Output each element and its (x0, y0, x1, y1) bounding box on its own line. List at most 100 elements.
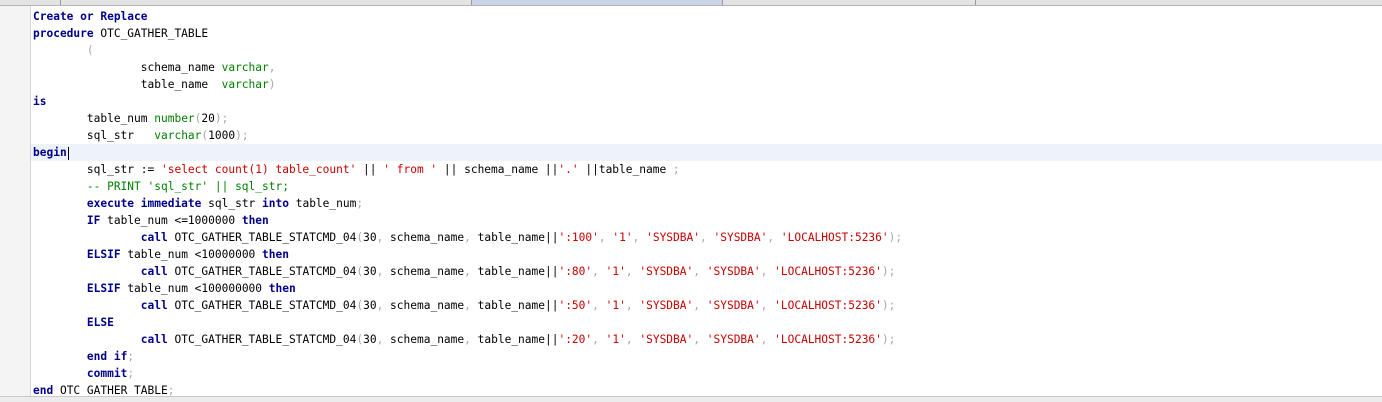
code-keyword: ELSIF (86, 248, 121, 261)
code-line[interactable]: ELSIF table_num <10000000 then (33, 246, 289, 263)
code-text: OTC_GATHER_TABLE_STATCMD_04 (167, 265, 357, 278)
editor-tab[interactable] (61, 0, 472, 5)
text-caret (67, 146, 69, 160)
code-string: '1' (612, 231, 633, 244)
code-text: OTC_GATHER_TABLE_STATCMD_04 (167, 231, 357, 244)
code-string: 'LOCALHOST:5236' (774, 299, 882, 312)
code-line-current[interactable]: begin (31, 144, 1382, 161)
code-punctuation: ; (356, 197, 364, 210)
code-text: table_num (288, 197, 357, 210)
code-string: ':100' (558, 231, 599, 244)
code-line[interactable]: sql_str varchar(1000); (33, 127, 249, 144)
code-line[interactable]: procedure OTC_GATHER_TABLE (33, 25, 208, 42)
code-string: 'LOCALHOST:5236' (774, 333, 882, 346)
code-line[interactable]: call OTC_GATHER_TABLE_STATCMD_04(30, sch… (33, 331, 896, 348)
code-line[interactable]: IF table_num <=1000000 then (33, 212, 269, 229)
code-punctuation: , (598, 231, 606, 244)
code-line[interactable]: end if; (33, 348, 134, 365)
code-punctuation: , (464, 299, 471, 312)
code-keyword: Create or Replace (33, 10, 148, 23)
editor-tab-active[interactable] (472, 0, 723, 5)
code-text: table_name|| (470, 231, 559, 244)
code-line[interactable]: call OTC_GATHER_TABLE_STATCMD_04(30, sch… (33, 229, 902, 246)
code-line[interactable]: ELSIF table_num <100000000 then (33, 280, 296, 297)
code-string: 'SYSDBA' (713, 231, 768, 244)
code-string: 'SYSDBA' (639, 333, 694, 346)
code-punctuation: , (592, 265, 599, 278)
code-line[interactable]: table_name varchar) (33, 76, 276, 93)
code-line[interactable]: -- PRINT 'sql_str' || sql_str; (33, 178, 289, 195)
editor-tab[interactable] (723, 0, 976, 5)
code-line[interactable]: sql_str := 'select count(1) table_count'… (33, 161, 680, 178)
code-type: varchar (221, 78, 269, 91)
code-string: '1' (605, 333, 626, 346)
code-string: 'LOCALHOST:5236' (780, 231, 889, 244)
code-line[interactable]: is (33, 93, 46, 110)
code-punctuation: ( (86, 44, 94, 57)
code-keyword: call (140, 299, 168, 312)
code-text: || (356, 163, 384, 176)
code-text: schema_name (383, 265, 465, 278)
code-keyword: call (140, 231, 168, 244)
line-gutter[interactable] (0, 6, 31, 401)
code-text: OTC_GATHER_TABLE (93, 27, 209, 40)
code-text: table_num (33, 112, 155, 125)
code-keyword: then (262, 248, 289, 261)
code-text: table_name|| (470, 299, 559, 312)
code-keyword: ELSIF (86, 282, 121, 295)
code-text: table_name|| (470, 333, 559, 346)
code-number: 30 (363, 333, 377, 346)
code-line[interactable]: call OTC_GATHER_TABLE_STATCMD_04(30, sch… (33, 297, 896, 314)
code-punctuation: ); (881, 333, 896, 346)
code-line[interactable]: ELSE (33, 314, 114, 331)
code-editor[interactable]: Create or Replace procedure OTC_GATHER_TA… (31, 6, 1382, 397)
code-punctuation: , (693, 299, 700, 312)
code-line[interactable]: commit; (33, 365, 134, 382)
horizontal-scrollbar[interactable] (0, 396, 1382, 402)
code-number: 30 (363, 265, 377, 278)
code-text: sql_str := (33, 163, 161, 176)
code-line[interactable]: ( (33, 42, 94, 59)
code-type: number (154, 112, 195, 125)
code-line[interactable]: execute immediate sql_str into table_num… (33, 195, 363, 212)
code-text: table_num <=1000000 (100, 214, 242, 227)
code-keyword: call (140, 333, 168, 346)
code-punctuation: ; (127, 350, 135, 363)
code-line[interactable]: schema_name varchar, (33, 59, 276, 76)
code-keyword: end if (86, 350, 128, 363)
code-text: schema_name (33, 61, 222, 74)
editor-tab[interactable] (0, 0, 61, 5)
code-keyword: is (33, 95, 47, 108)
code-text: schema_name (383, 231, 465, 244)
code-line[interactable]: table_num number(20); (33, 110, 229, 127)
code-punctuation: , (592, 299, 599, 312)
code-text: table_name (33, 78, 222, 91)
code-punctuation: , (625, 333, 633, 346)
code-comment: -- PRINT 'sql_str' || sql_str; (33, 180, 289, 193)
code-text: sql_str (33, 129, 155, 142)
code-text: ||table_name (578, 163, 673, 176)
code-keyword: into (262, 197, 289, 210)
code-line[interactable]: call OTC_GATHER_TABLE_STATCMD_04(30, sch… (33, 263, 896, 280)
code-punctuation: ); (235, 129, 249, 142)
code-punctuation: ); (888, 231, 903, 244)
code-punctuation: , (464, 265, 471, 278)
code-punctuation: ); (214, 112, 229, 125)
code-number: 30 (363, 299, 377, 312)
code-keyword: execute immediate (86, 197, 202, 210)
code-text: schema_name (383, 333, 465, 346)
code-line[interactable]: Create or Replace (33, 8, 148, 25)
code-punctuation: ; (672, 163, 680, 176)
code-number: 30 (363, 231, 377, 244)
